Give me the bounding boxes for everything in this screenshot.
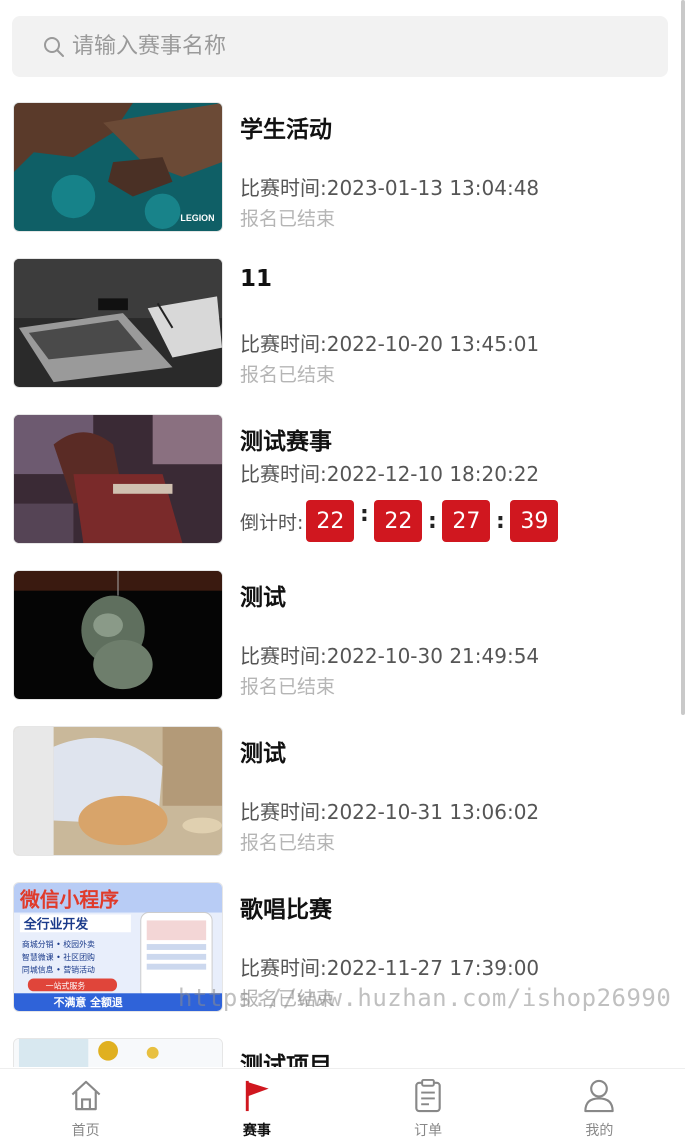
svg-text:同城信息 • 营销活动: 同城信息 • 营销活动 [22,965,95,975]
event-item[interactable]: 测试赛事 比赛时间:2022-12-10 18:20:22 倒计时: 22 : … [0,404,685,560]
tab-home[interactable]: 首页 [0,1069,171,1140]
countdown-seconds: 39 [510,500,559,542]
countdown-days: 22 [306,500,355,542]
countdown-separator: : [360,502,369,527]
event-thumbnail [13,570,223,700]
event-time: 比赛时间:2022-12-10 18:20:22 [240,462,540,486]
event-thumbnail [13,414,223,544]
watermark: https://www.huzhan.com/ishop26990 [178,984,672,1012]
event-title: 测试 [240,585,286,611]
event-item[interactable]: 测试 比赛时间:2022-10-31 13:06:02 报名已结束 [0,716,685,872]
event-item[interactable]: 测试项目 [0,1028,685,1067]
event-title: 歌唱比赛 [240,897,332,923]
bottom-tab-bar: 首页 赛事 订单 我的 [0,1068,685,1140]
clipboard-icon [415,1078,441,1113]
event-time: 比赛时间:2022-10-31 13:06:02 [240,800,540,824]
event-time: 比赛时间:2022-10-30 21:49:54 [240,644,540,668]
tab-label: 订单 [414,1123,443,1139]
svg-text:不满意 全额退: 不满意 全额退 [54,995,123,1009]
tab-label: 首页 [71,1123,100,1139]
event-item[interactable]: 测试 比赛时间:2022-10-30 21:49:54 报名已结束 [0,560,685,716]
event-thumbnail [13,726,223,856]
svg-text:智慧微课 • 社区团购: 智慧微课 • 社区团购 [22,952,95,962]
event-title: 测试项目 [240,1053,332,1067]
countdown-hours: 22 [374,500,423,542]
countdown-timer: 倒计时: 22 : 22 : 27 : 39 [240,500,559,542]
event-thumbnail [13,1038,223,1067]
tab-label: 赛事 [242,1123,271,1139]
event-time: 比赛时间:2022-11-27 17:39:00 [240,956,540,980]
countdown-label: 倒计时: [240,511,304,534]
event-title: 11 [240,266,273,292]
countdown-separator: : [428,508,437,534]
event-item[interactable]: LEGION 学生活动 比赛时间:2023-01-13 13:04:48 报名已… [0,92,685,248]
tab-label: 我的 [585,1123,614,1139]
svg-text:LEGION: LEGION [180,213,214,223]
event-time: 比赛时间:2022-10-20 13:45:01 [240,332,540,356]
event-status: 报名已结束 [240,832,336,854]
event-time: 比赛时间:2023-01-13 13:04:48 [240,176,540,200]
event-status: 报名已结束 [240,676,336,698]
search-icon [44,36,64,57]
flag-icon [245,1080,269,1112]
event-status: 报名已结束 [240,364,336,386]
svg-text:一站式服务: 一站式服务 [46,980,86,990]
event-item[interactable]: 11 比赛时间:2022-10-20 13:45:01 报名已结束 [0,248,685,404]
search-input[interactable] [72,34,632,59]
user-icon [584,1079,615,1113]
event-title: 学生活动 [240,117,332,143]
svg-text:全行业开发: 全行业开发 [23,916,89,932]
svg-text:商城分销 • 校园外卖: 商城分销 • 校园外卖 [22,939,95,949]
event-title: 测试赛事 [240,429,332,455]
event-thumbnail: LEGION [13,102,223,232]
tab-orders[interactable]: 订单 [343,1069,514,1140]
home-icon [71,1080,100,1111]
event-thumbnail [13,258,223,388]
search-bar[interactable] [12,16,668,77]
tab-profile[interactable]: 我的 [514,1069,685,1140]
svg-text:微信小程序: 微信小程序 [19,889,119,912]
event-list: LEGION 学生活动 比赛时间:2023-01-13 13:04:48 报名已… [0,92,685,1067]
tab-events[interactable]: 赛事 [171,1069,342,1140]
countdown-separator: : [496,508,505,534]
event-status: 报名已结束 [240,208,336,230]
countdown-minutes: 27 [442,500,491,542]
event-title: 测试 [240,741,286,767]
